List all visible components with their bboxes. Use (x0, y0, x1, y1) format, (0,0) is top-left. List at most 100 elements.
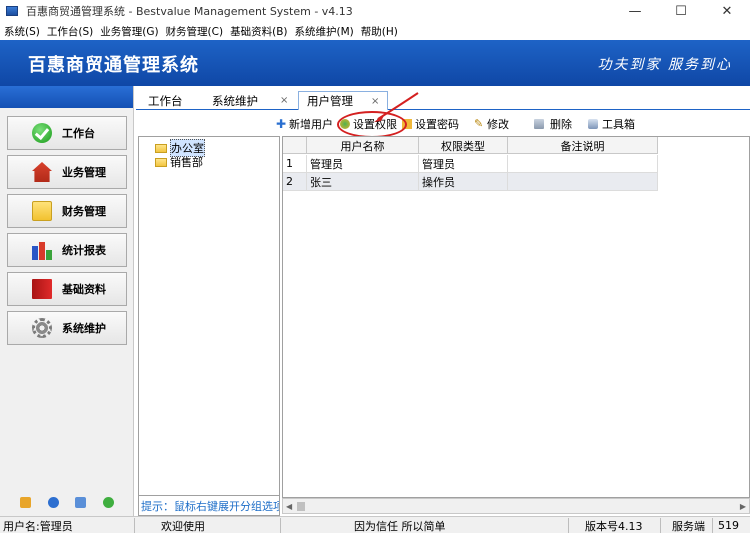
status-server-value: 519 (718, 519, 739, 532)
add-user-label: 新增用户 (289, 118, 333, 131)
toolbox-button[interactable]: 工具箱 (588, 116, 635, 132)
status-divider (280, 518, 281, 533)
tree-item-sales[interactable]: 销售部 (155, 154, 203, 170)
status-welcome: 欢迎使用 (161, 519, 205, 533)
menu-workbench[interactable]: 工作台(S) (47, 24, 93, 39)
gear-icon (32, 318, 52, 338)
sidebar-item-label: 统计报表 (62, 244, 106, 257)
check-icon (32, 123, 52, 143)
toolbox-label: 工具箱 (602, 118, 635, 131)
banner-slogan: 功夫到家 服务到心 (597, 57, 732, 73)
table-header: 用户名称 权限类型 备注说明 (283, 137, 658, 154)
tab-label: 系统维护 (212, 93, 258, 108)
table-row[interactable]: 2 张三 操作员 (283, 173, 658, 191)
user-table: 用户名称 权限类型 备注说明 1 管理员 管理员 2 张三 操作员 (282, 136, 750, 498)
cell-remarks[interactable] (508, 155, 658, 172)
status-motto: 因为信任 所以简单 (354, 519, 446, 533)
status-divider (660, 518, 661, 533)
horizontal-scrollbar[interactable]: ◀ ▶ (282, 498, 750, 514)
search-tool-icon[interactable] (75, 497, 87, 508)
sidebar-tools (0, 497, 134, 508)
header-permission-type[interactable]: 权限类型 (419, 137, 508, 154)
menu-system[interactable]: 系统(S) (4, 24, 40, 39)
cell-username[interactable]: 管理员 (307, 155, 419, 172)
delete-label: 删除 (550, 118, 572, 131)
cell-remarks[interactable] (508, 173, 658, 190)
sidebar-item-reports[interactable]: 统计报表 (7, 233, 127, 267)
scroll-thumb[interactable] (297, 502, 305, 511)
table-row[interactable]: 1 管理员 管理员 (283, 155, 658, 173)
minimize-button[interactable]: — (612, 0, 658, 22)
delete-button[interactable]: 删除 (534, 116, 572, 132)
sidebar-item-maintenance[interactable]: 系统维护 (7, 311, 127, 345)
tab-label: 用户管理 (307, 94, 353, 108)
app-banner: 百惠商贸通管理系统 功夫到家 服务到心 (0, 40, 750, 86)
sidebar-item-basic-data[interactable]: 基础资料 (7, 272, 127, 306)
status-divider (134, 518, 135, 533)
header-username[interactable]: 用户名称 (307, 137, 419, 154)
cell-username[interactable]: 张三 (307, 173, 419, 190)
status-divider (712, 518, 713, 533)
status-user: 用户名:管理员 (3, 519, 73, 533)
menu-bar: 系统(S) 工作台(S) 业务管理(G) 财务管理(C) 基础资料(B) 系统维… (0, 22, 750, 40)
bar-chart-icon (32, 242, 52, 260)
maximize-button[interactable]: ☐ (658, 0, 704, 22)
tree-item-label: 销售部 (170, 156, 203, 169)
sidebar-item-label: 基础资料 (62, 283, 106, 296)
title-bar: 百惠商贸通管理系统 - Bestvalue Management System … (0, 0, 750, 22)
add-tool-icon[interactable] (102, 497, 114, 508)
add-user-button[interactable]: ✚ 新增用户 (276, 116, 333, 132)
menu-help[interactable]: 帮助(H) (361, 24, 398, 39)
status-server-label: 服务端 (672, 519, 705, 533)
close-button[interactable]: ✕ (704, 0, 750, 22)
menu-basic-data[interactable]: 基础资料(B) (230, 24, 287, 39)
sidebar-item-label: 业务管理 (62, 166, 106, 179)
sidebar-header (0, 86, 133, 108)
sidebar: 工作台 业务管理 财务管理 统计报表 基础资料 系统维护 (0, 86, 134, 516)
tree-tip: 提示：鼠标右键展开分组选项 (138, 496, 280, 516)
folder-icon (155, 157, 167, 167)
menu-maintenance[interactable]: 系统维护(M) (295, 24, 354, 39)
menu-finance[interactable]: 财务管理(C) (166, 24, 224, 39)
edit-tool-icon[interactable] (20, 497, 32, 508)
sidebar-item-label: 财务管理 (62, 205, 106, 218)
header-index (283, 137, 307, 154)
sidebar-item-workbench[interactable]: 工作台 (7, 116, 127, 150)
sidebar-item-label: 工作台 (62, 127, 95, 140)
department-tree: 办公室 销售部 (138, 136, 280, 496)
cell-permission-type[interactable]: 操作员 (419, 173, 508, 190)
annotation-ellipse (337, 111, 407, 138)
folder-icon (155, 143, 167, 153)
clock-tool-icon[interactable] (47, 497, 59, 508)
folder-icon (32, 201, 52, 221)
edit-label: 修改 (487, 118, 509, 131)
menu-business[interactable]: 业务管理(G) (100, 24, 158, 39)
sidebar-item-finance[interactable]: 财务管理 (7, 194, 127, 228)
tab-workbench[interactable]: 工作台 (148, 91, 183, 110)
header-remarks[interactable]: 备注说明 (508, 137, 658, 154)
window-title: 百惠商贸通管理系统 - Bestvalue Management System … (26, 5, 353, 18)
house-icon (32, 162, 52, 182)
edit-icon: ✎ (474, 117, 484, 130)
toolbox-icon (588, 119, 598, 129)
row-index: 2 (283, 173, 307, 190)
tab-close-icon[interactable]: × (280, 95, 288, 106)
cell-permission-type[interactable]: 管理员 (419, 155, 508, 172)
tab-user-management[interactable]: 用户管理 × (298, 91, 389, 110)
edit-button[interactable]: ✎ 修改 (474, 116, 509, 132)
banner-title: 百惠商贸通管理系统 (28, 55, 199, 76)
book-icon (32, 279, 52, 299)
sidebar-item-label: 系统维护 (62, 322, 106, 335)
tab-system-maintenance[interactable]: 系统维护 × (212, 91, 288, 110)
plus-icon: ✚ (276, 117, 287, 131)
trash-icon (534, 119, 544, 129)
status-divider (568, 518, 569, 533)
set-password-button[interactable]: 设置密码 (402, 116, 459, 132)
sidebar-item-business[interactable]: 业务管理 (7, 155, 127, 189)
scroll-right-icon[interactable]: ▶ (740, 502, 746, 511)
scroll-left-icon[interactable]: ◀ (286, 502, 292, 511)
tab-close-icon[interactable]: × (371, 96, 379, 107)
app-icon (6, 6, 18, 16)
tab-label: 工作台 (148, 93, 183, 108)
set-password-label: 设置密码 (415, 118, 459, 131)
